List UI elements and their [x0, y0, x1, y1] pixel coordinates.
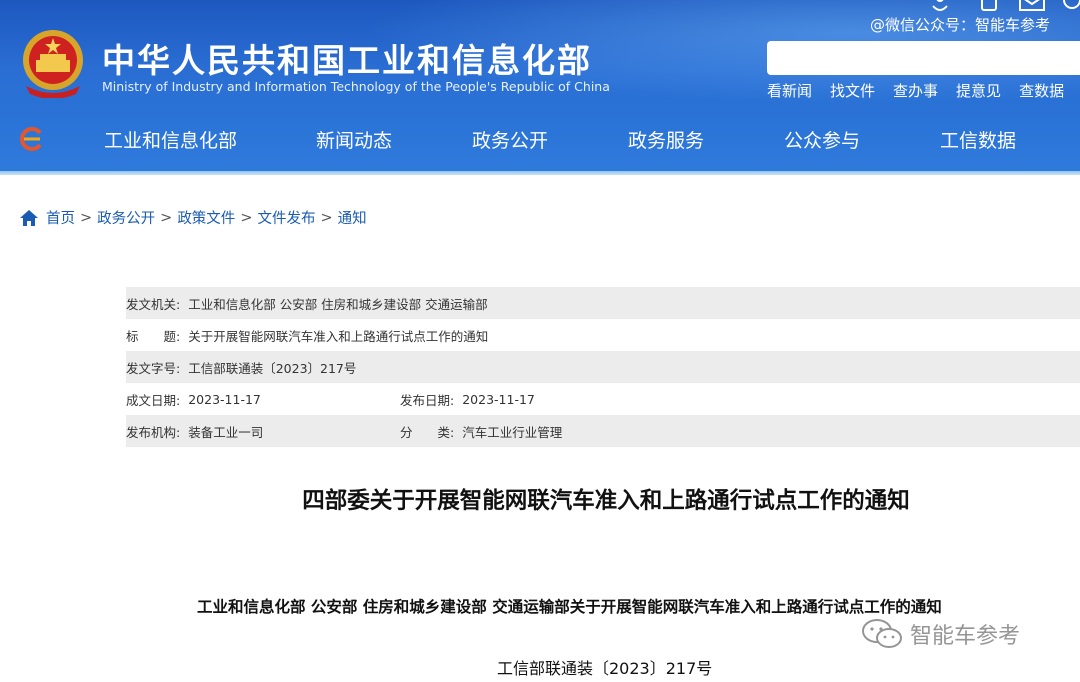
category-value: 汽车工业行业管理	[462, 424, 563, 440]
nav-item-gov-affairs[interactable]: 政务公开	[472, 126, 548, 153]
nav-item-public[interactable]: 公众参与	[784, 126, 860, 153]
breadcrumb: 首页 > 政务公开 > 政策文件 > 文件发布 > 通知	[20, 207, 367, 228]
publish-date-label: 发布日期:	[400, 392, 455, 408]
quick-link-services[interactable]: 查办事	[893, 80, 938, 101]
breadcrumb-separator: >	[320, 209, 333, 226]
nav-item-data[interactable]: 工信数据	[940, 126, 1016, 153]
mobile-icon[interactable]	[981, 0, 997, 11]
doc-no-value: 工信部联通装〔2023〕217号	[188, 360, 357, 376]
org-label: 发布机构:	[126, 424, 181, 440]
main-nav: 工业和信息化部 新闻动态 政务公开 政务服务 公众参与 工信数据	[0, 120, 1080, 158]
breadcrumb-gov-affairs[interactable]: 政务公开	[97, 207, 155, 228]
watermark-text: 智能车参考	[910, 624, 1021, 649]
site-title[interactable]: 中华人民共和国工业和信息化部	[102, 34, 592, 82]
nav-item-gov-services[interactable]: 政务服务	[628, 126, 704, 153]
wechat-watermark: @微信公众号：智能车参考	[870, 16, 1051, 34]
breadcrumb-file-release[interactable]: 文件发布	[257, 207, 315, 228]
search-input[interactable]	[767, 41, 1080, 75]
national-emblem-icon	[23, 30, 83, 98]
doc-no-label: 发文字号:	[126, 360, 181, 376]
info-row-issuer: 发文机关: 工业和信息化部 公安部 住房和城乡建设部 交通运输部	[126, 287, 1080, 319]
info-row-org: 发布机构: 装备工业一司 分 类: 汽车工业行业管理	[126, 415, 1080, 447]
quick-link-feedback[interactable]: 提意见	[956, 80, 1001, 101]
quick-link-files[interactable]: 找文件	[830, 80, 875, 101]
breadcrumb-policy-files[interactable]: 政策文件	[177, 207, 235, 228]
breadcrumb-home[interactable]: 首页	[46, 207, 75, 228]
category-label: 分 类:	[400, 424, 455, 440]
written-date-value: 2023-11-17	[188, 391, 261, 407]
info-row-doc-no: 发文字号: 工信部联通装〔2023〕217号	[126, 351, 1080, 383]
title-label: 标 题:	[126, 328, 181, 344]
issuer-value: 工业和信息化部 公安部 住房和城乡建设部 交通运输部	[188, 296, 488, 312]
written-date-label: 成文日期:	[126, 392, 181, 408]
site-subtitle: Ministry of Industry and Information Tec…	[102, 79, 610, 94]
category-cell: 分 类: 汽车工业行业管理	[400, 422, 562, 441]
quick-link-news[interactable]: 看新闻	[767, 80, 812, 101]
home-icon[interactable]	[20, 209, 38, 226]
title-value: 关于开展智能网联汽车准入和上路通行试点工作的通知	[188, 328, 489, 344]
quick-link-data[interactable]: 查数据	[1019, 80, 1064, 101]
breadcrumb-separator: >	[80, 209, 93, 226]
document-subtitle: 工业和信息化部 公安部 住房和城乡建设部 交通运输部关于开展智能网联汽车准入和上…	[197, 598, 942, 616]
breadcrumb-separator: >	[240, 209, 253, 226]
info-row-dates: 成文日期: 2023-11-17 发布日期: 2023-11-17	[126, 383, 1080, 415]
document-title: 四部委关于开展智能网联汽车准入和上路通行试点工作的通知	[302, 488, 910, 514]
publish-date-cell: 发布日期: 2023-11-17	[400, 390, 535, 409]
wechat-watermark-bottom: 智能车参考	[860, 618, 1020, 650]
breadcrumb-notice[interactable]: 通知	[338, 207, 367, 228]
document-info-table: 发文机关: 工业和信息化部 公安部 住房和城乡建设部 交通运输部 标 题: 关于…	[126, 287, 1080, 447]
quick-links: 看新闻 找文件 查办事 提意见 查数据 要	[767, 80, 1080, 101]
issuer-label: 发文机关:	[126, 296, 181, 312]
wechat-icon	[862, 619, 902, 648]
info-row-title: 标 题: 关于开展智能网联汽车准入和上路通行试点工作的通知	[126, 319, 1080, 351]
mail-icon[interactable]	[1019, 0, 1045, 11]
accessibility-icon[interactable]	[932, 0, 948, 11]
nav-item-ministry[interactable]: 工业和信息化部	[104, 126, 237, 153]
org-value: 装备工业一司	[188, 424, 264, 440]
site-header: 中华人民共和国工业和信息化部 Ministry of Industry and …	[0, 0, 1080, 175]
nav-item-news[interactable]: 新闻动态	[316, 126, 392, 153]
breadcrumb-separator: >	[160, 209, 173, 226]
publish-date-value: 2023-11-17	[462, 391, 535, 407]
user-icon[interactable]	[1063, 0, 1080, 9]
document-number: 工信部联通装〔2023〕217号	[497, 659, 713, 678]
